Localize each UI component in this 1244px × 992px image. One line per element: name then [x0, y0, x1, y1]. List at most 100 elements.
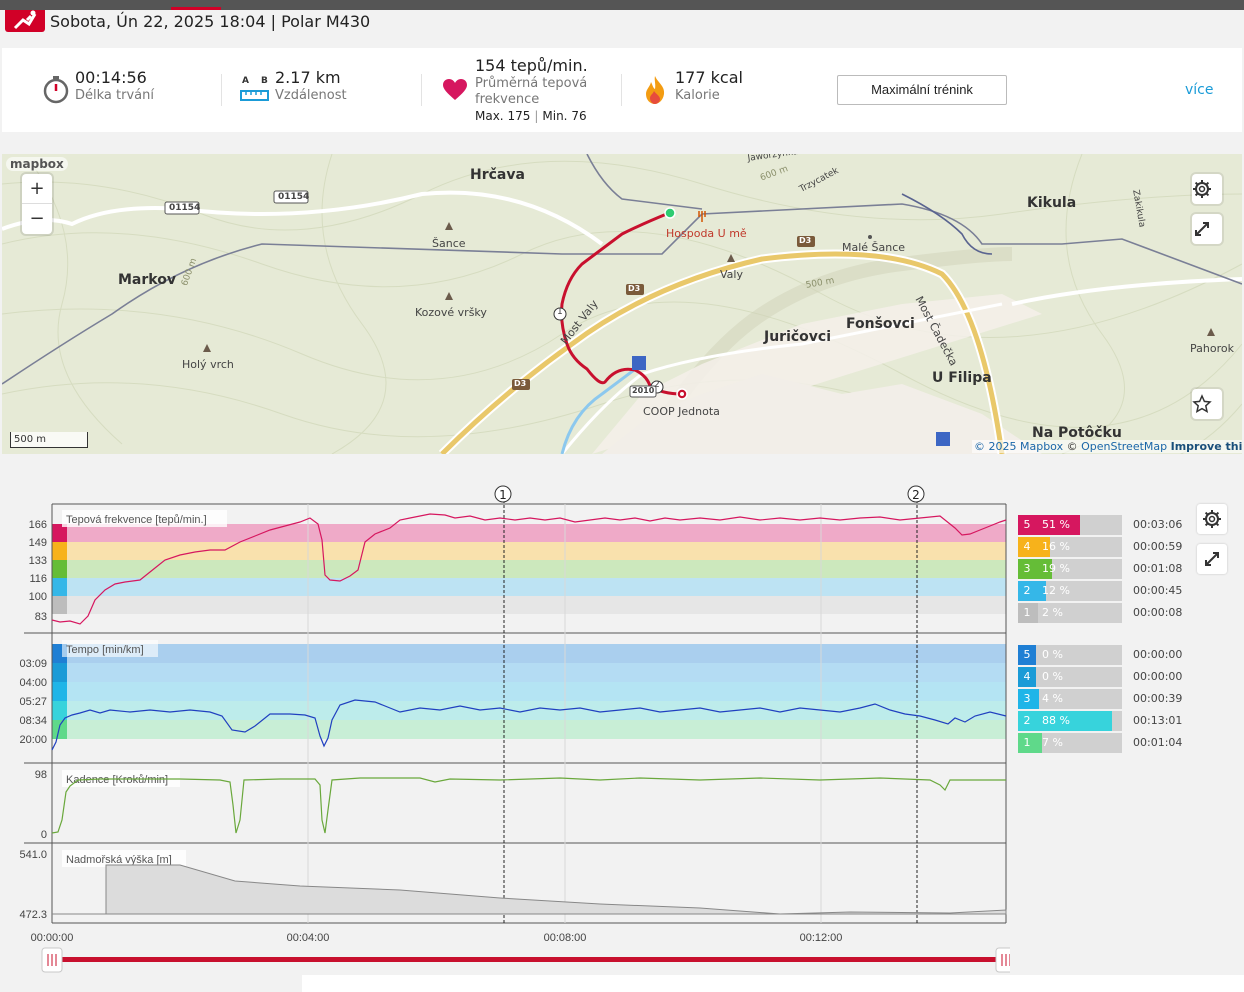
hr-zone-number: 5 [1018, 515, 1036, 535]
map-poi-label: Hospoda U mě [666, 227, 747, 240]
distance-icon-b: B [261, 76, 268, 86]
distance-icon-a: A [242, 76, 249, 86]
training-charts: 1 2 Tepová frekvence [tepů/min.] Tempo [… [0, 480, 1244, 992]
lap-marker-2[interactable]: 2 [912, 488, 920, 502]
min-max-separator: | [534, 109, 539, 123]
map-label: Hrčava [470, 167, 525, 183]
top-nav-bar [0, 0, 1244, 10]
map-fullscreen-button[interactable] [1192, 214, 1222, 244]
hr-zone-row[interactable]: 5 51 % [1018, 515, 1122, 535]
zoom-in-button[interactable]: + [22, 174, 52, 204]
hr-tick: 100 [29, 591, 47, 603]
hr-tick: 166 [29, 519, 47, 531]
map-settings-button[interactable] [1192, 174, 1222, 204]
pace-zone-percent: 88 % [1042, 714, 1070, 727]
road-number: D3 [628, 284, 641, 293]
divider [421, 74, 422, 106]
road-number: 01154 [169, 203, 201, 213]
map-label: Pahorok [1190, 342, 1234, 355]
range-end-handle[interactable] [995, 947, 1010, 973]
hr-zone-marker [52, 578, 67, 596]
max-heart-rate: Max. 175 [475, 109, 531, 123]
pace-zone-number: 4 [1018, 667, 1036, 687]
pace-zone-number: 3 [1018, 689, 1036, 709]
pace-zone-band [52, 682, 1006, 701]
road-number: 01154 [278, 192, 310, 202]
route-map[interactable]: Hrčava Kikula Markov Šance Malé Šance Va… [2, 154, 1242, 454]
hr-tick: 133 [29, 555, 47, 567]
training-benefit-button[interactable]: Maximální trénink [837, 75, 1007, 105]
lap-marker-1[interactable]: 1 [499, 488, 507, 502]
hr-zone-row[interactable]: 2 12 % [1018, 581, 1122, 601]
hr-zone-marker [52, 560, 67, 578]
hr-zone-row[interactable]: 1 2 % [1018, 603, 1122, 623]
heart-rate-min-max: Max. 175 | Min. 76 [475, 108, 588, 124]
pace-zone-percent: 4 % [1042, 692, 1063, 705]
lap-marker: 1 [557, 307, 563, 317]
more-link[interactable]: více [1185, 82, 1214, 98]
pace-tick: 20:00 [19, 734, 47, 746]
hr-zone-row[interactable]: 3 19 % [1018, 559, 1122, 579]
map-label: Juričovci [764, 329, 832, 345]
altitude-chart-label: Nadmořská výška [m] [66, 854, 172, 866]
footer-panel [302, 975, 1244, 992]
pace-zone-row[interactable]: 2 88 % [1018, 711, 1122, 731]
hr-zone-time: 00:00:59 [1133, 540, 1183, 553]
distance-stat: 2.17 km Vzdálenost [275, 68, 347, 104]
attribution-separator: © [1066, 440, 1078, 453]
pace-zone-percent: 0 % [1042, 670, 1063, 683]
chart-expand-button[interactable] [1197, 544, 1227, 574]
hr-zone-marker [52, 596, 67, 614]
pace-zone-number: 5 [1018, 645, 1036, 665]
time-tick: 00:04:00 [287, 932, 330, 944]
mapbox-logo[interactable]: mapbox [6, 157, 68, 171]
pace-zone-band [52, 644, 1006, 663]
pace-zone-row[interactable]: 5 0 % [1018, 645, 1122, 665]
hr-tick: 149 [29, 537, 47, 549]
map-favorite-button[interactable] [1192, 389, 1222, 419]
calories-label: Kalorie [675, 88, 720, 103]
pace-zone-row[interactable]: 3 4 % [1018, 689, 1122, 709]
hr-zone-percent: 2 % [1042, 606, 1063, 619]
chart-settings-button[interactable] [1197, 504, 1227, 534]
hr-zone-row[interactable]: 4 16 % [1018, 537, 1122, 557]
hr-zone-number: 2 [1018, 581, 1036, 601]
duration-label: Délka trvání [75, 88, 154, 103]
pace-zone-percent: 0 % [1042, 648, 1063, 661]
improve-map-link[interactable]: Improve this map [1171, 440, 1242, 453]
pace-zone-row[interactable]: 1 7 % [1018, 733, 1122, 753]
mapbox-attribution-link[interactable]: © 2025 Mapbox [974, 440, 1063, 453]
page-header: Sobota, Ún 22, 2025 18:04 | Polar M430 [0, 10, 1244, 48]
expand-icon [1195, 222, 1209, 236]
time-range-track[interactable] [52, 957, 1006, 962]
hr-zone-time: 00:03:06 [1133, 518, 1183, 531]
hr-zone-marker [52, 542, 67, 560]
hr-chart-label: Tepová frekvence [tepů/min.] [66, 514, 207, 526]
map-label: U Filipa [932, 370, 992, 386]
pace-tick: 08:34 [19, 715, 47, 727]
min-heart-rate: Min. 76 [542, 109, 587, 123]
training-summary: 00:14:56 Délka trvání A B 2.17 km Vzdále… [2, 48, 1242, 132]
altitude-tick: 472.3 [19, 909, 47, 921]
osm-attribution-link[interactable]: OpenStreetMap [1081, 440, 1167, 453]
pace-zone-marker [52, 663, 67, 682]
pace-zone-number: 2 [1018, 711, 1036, 731]
divider [621, 74, 622, 106]
page-title: Sobota, Ún 22, 2025 18:04 | Polar M430 [50, 12, 371, 31]
hr-zone-time: 00:01:08 [1133, 562, 1183, 575]
pace-zone-time: 00:00:00 [1133, 648, 1183, 661]
pace-zone-marker [52, 682, 67, 701]
calories-value: 177 kcal [675, 68, 743, 87]
map-label: Na Potôčku [1032, 425, 1122, 441]
map-label: Kikula [1027, 195, 1077, 211]
lap-marker: 2 [654, 380, 660, 390]
gear-icon [1203, 510, 1221, 528]
charts-canvas[interactable]: 1 2 Tepová frekvence [tepů/min.] Tempo [… [0, 480, 1010, 992]
hr-zone-percent: 19 % [1042, 562, 1070, 575]
pace-zone-row[interactable]: 4 0 % [1018, 667, 1122, 687]
hr-zone-band [52, 578, 1006, 596]
zoom-out-button[interactable]: − [22, 204, 52, 234]
running-sport-icon [5, 10, 45, 32]
pace-zone-time: 00:00:39 [1133, 692, 1183, 705]
map-label: Markov [118, 272, 176, 288]
